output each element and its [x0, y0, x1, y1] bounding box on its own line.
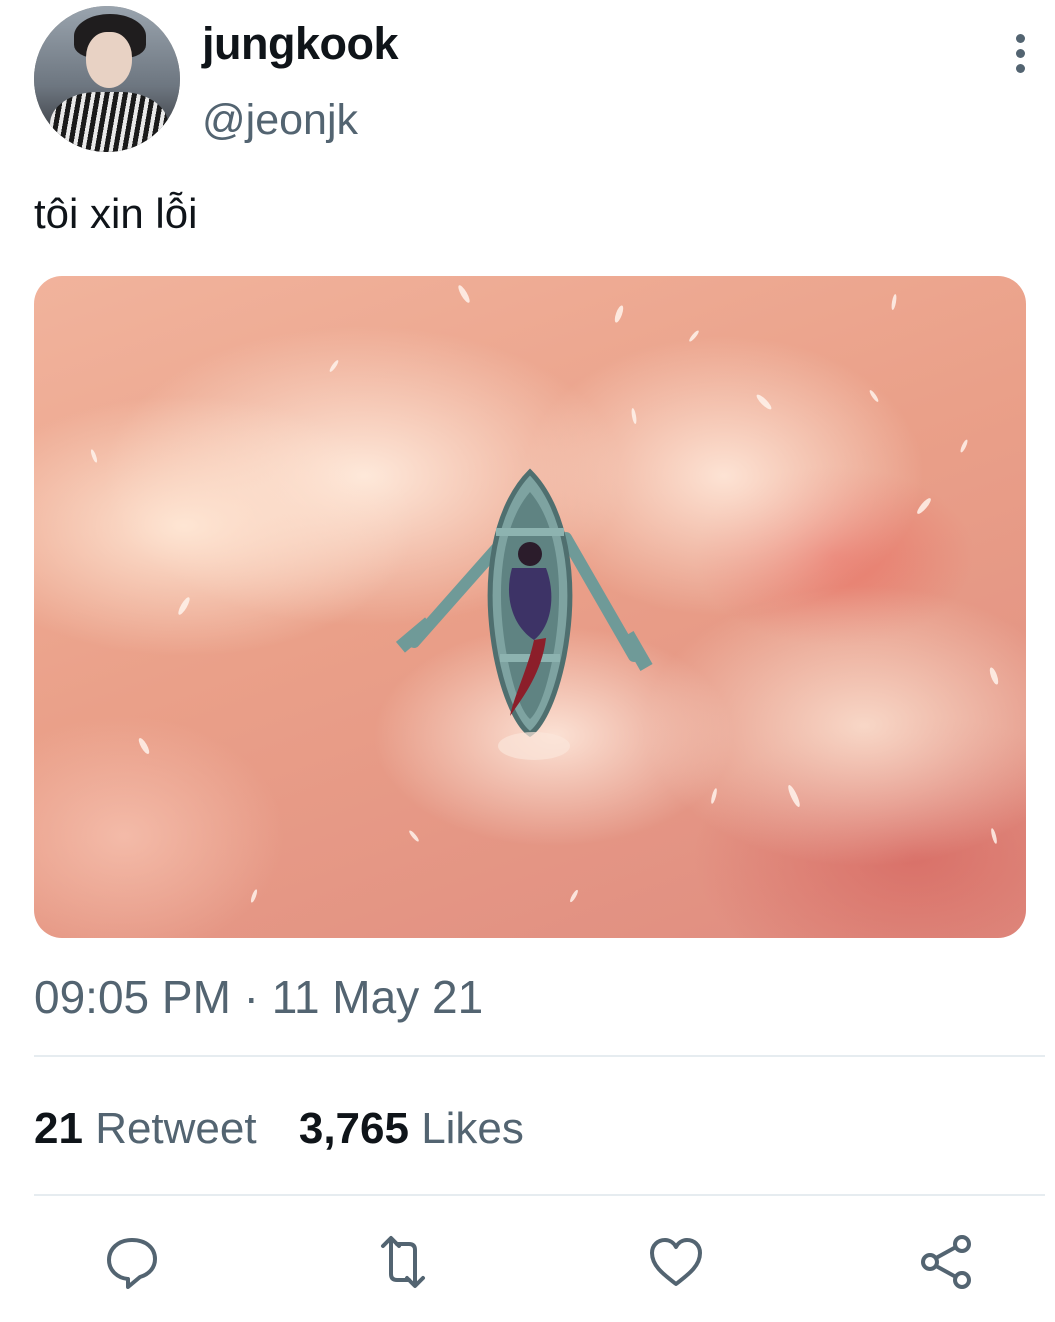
retweet-icon	[381, 1236, 425, 1288]
share-button[interactable]	[916, 1232, 976, 1292]
comment-icon	[107, 1238, 157, 1289]
tweet-timestamp[interactable]: 09:05 PM · 11 May 21	[34, 970, 483, 1024]
more-dot	[1016, 49, 1025, 58]
divider	[34, 1194, 1045, 1196]
avatar-face	[86, 32, 132, 88]
more-dot	[1016, 64, 1025, 73]
boat-illustration	[90, 285, 999, 903]
display-name[interactable]: jungkook	[202, 18, 399, 70]
divider	[34, 1055, 1045, 1057]
reply-button[interactable]	[102, 1232, 162, 1292]
like-button[interactable]	[646, 1232, 706, 1292]
retweet-button[interactable]	[373, 1232, 433, 1292]
user-handle[interactable]: @jeonjk	[202, 96, 358, 145]
tweet-text: tôi xin lỗi	[34, 190, 198, 237]
more-dot	[1016, 34, 1025, 43]
tweet-media-image[interactable]	[34, 276, 1026, 938]
share-icon	[921, 1235, 971, 1289]
avatar-shirt	[50, 92, 168, 152]
avatar[interactable]	[34, 6, 180, 152]
more-options-icon[interactable]	[1008, 34, 1032, 74]
retweets-count[interactable]: 21	[34, 1104, 83, 1153]
retweets-label[interactable]: Retweet	[95, 1104, 256, 1153]
likes-label[interactable]: Likes	[421, 1104, 524, 1153]
heart-icon	[650, 1238, 702, 1286]
engagement-stats: 21 Retweet 3,765 Likes	[34, 1104, 524, 1154]
likes-count[interactable]: 3,765	[299, 1104, 409, 1153]
